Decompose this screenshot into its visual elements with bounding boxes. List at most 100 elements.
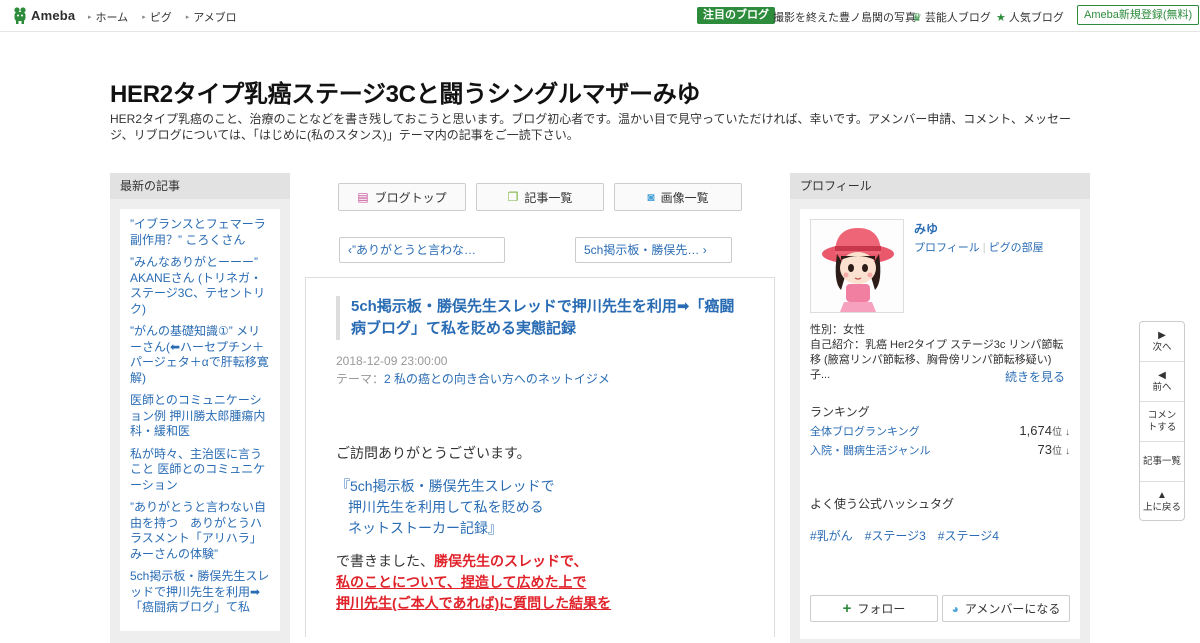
profile-link[interactable]: プロフィール [914, 242, 980, 254]
follow-button[interactable]: + フォロー [810, 595, 938, 622]
recent-article-link[interactable]: ”がんの基礎知識①” メリーさん(⬅ハーセプチン＋パージェタ＋αで肝転移寛解) [130, 324, 270, 386]
avatar[interactable] [810, 219, 904, 313]
document-icon: ▤ [357, 190, 369, 204]
arrow-down-icon: ↓ [1065, 427, 1070, 438]
nav-home[interactable]: ▸ ホーム [88, 9, 128, 25]
chevron-right-icon: › [699, 243, 707, 257]
amember-button[interactable]: ◕ アメンバーになる [942, 595, 1070, 622]
ranking-row: 入院・闘病生活ジャンル 73位 ↓ [810, 442, 1070, 458]
tab-images[interactable]: ◙ 画像一覧 [614, 183, 742, 211]
play-right-icon: ▶ [1158, 329, 1166, 341]
hashtag-list: #乳がん #ステージ3 #ステージ4 [810, 527, 1011, 544]
ranking-value-group: 1,674位 ↓ [1019, 423, 1070, 439]
profile-name[interactable]: みゆ [914, 220, 938, 237]
play-left-icon: ◀ [1158, 369, 1166, 381]
blog-tabs: ▤ ブログトップ ❐ 記事一覧 ◙ 画像一覧 [338, 183, 752, 211]
popular-blog-label: 人気ブログ [1008, 12, 1064, 24]
recent-article-link[interactable]: 私が時々、主治医に言うこと 医師とのコミュニケーション [130, 447, 270, 494]
entry-theme: テーマ：2 私の癌との向き合い方へのネットイジメ [336, 370, 610, 387]
camera-icon: ◙ [647, 190, 655, 204]
next-article-button[interactable]: 5ch掲示板・勝俣先… › [575, 237, 732, 263]
ameba-logo-text: Ameba [31, 7, 76, 23]
hashtag-link[interactable]: #乳がん [810, 527, 853, 544]
hashtag-heading: よく使う公式ハッシュタグ [810, 497, 955, 511]
ameba-logo[interactable]: Ameba [12, 6, 75, 24]
ranking-genre-link[interactable]: 入院・闘病生活ジャンル [810, 442, 930, 458]
ranking-heading: ランキング [810, 405, 870, 419]
profile-gender: 性別：女性 [810, 324, 865, 336]
entry-title[interactable]: 5ch掲示板・勝俣先生スレッドで押川先生を利用➡「癌闘病ブログ」て私を貶める実態… [336, 296, 746, 340]
profile-sidebar: プロフィール みゆ プロフィール | ピグの部屋 性別：女性 自己紹介：乳癌 H… [790, 173, 1090, 643]
nav-home-label: ホーム [95, 12, 129, 24]
entry-theme-label: テーマ： [336, 372, 385, 386]
float-next-button[interactable]: ▶ 次へ [1140, 322, 1184, 362]
nav-pigu-label: ピグ [149, 12, 172, 24]
float-articles-button[interactable]: 記事一覧 [1140, 442, 1184, 482]
signup-button[interactable]: Ameba新規登録(無料) [1077, 5, 1200, 25]
featured-blog-link[interactable]: 撮影を終えた豊ノ島関の写真 [773, 9, 916, 25]
recent-article-link[interactable]: ”イブランスとフェマーラ副作用？” ころくさん [130, 217, 270, 248]
global-nav: ▸ ホーム ▸ ピグ ▸ アメブロ [88, 9, 251, 25]
follow-label: フォロー [857, 602, 906, 616]
ranking-value-group: 73位 ↓ [1037, 442, 1070, 458]
tab-articles[interactable]: ❐ 記事一覧 [476, 183, 604, 211]
nav-ameblo[interactable]: ▸ アメブロ [186, 9, 237, 25]
tab-blog-top[interactable]: ▤ ブログトップ [338, 183, 466, 211]
recent-article-link[interactable]: 5ch掲示板・勝俣先生スレッドで押川先生を利用➡「癌闘病ブログ」て私 [130, 569, 270, 616]
plus-icon: + [842, 600, 852, 617]
amember-icon: ◕ [951, 601, 959, 616]
entry-text: で書きました、 [336, 553, 434, 569]
crown-icon: ♛ [912, 11, 922, 24]
read-more-link[interactable]: 続きを見る [1005, 368, 1065, 385]
recent-article-link[interactable]: ”みんなありがとーーー” AKANEさん (トリネガ・ステージ3C、テセントリク… [130, 255, 270, 317]
ranking-value: 73 [1037, 442, 1052, 457]
tab-images-label: 画像一覧 [660, 190, 709, 205]
float-comment-button[interactable]: コメントする [1140, 402, 1184, 442]
blog-title[interactable]: HER2タイプ乳癌ステージ3Cと闘うシングルマザーみゆ [110, 74, 700, 109]
arrow-down-icon: ↓ [1065, 446, 1070, 457]
recent-article-link[interactable]: 医師とのコミュニケーション例 押川勝太郎腫瘍内科・緩和医 [130, 393, 270, 440]
recent-articles-sidebar: 最新の記事 ”イブランスとフェマーラ副作用？” ころくさん ”みんなありがとーー… [110, 173, 290, 643]
tab-blog-top-label: ブログトップ [374, 190, 447, 205]
pigu-room-link[interactable]: ピグの部屋 [989, 242, 1044, 254]
entry-quote-line: ネットストーカー記録』 [348, 520, 502, 536]
ranking-unit: 位 [1051, 427, 1062, 438]
profile-links: プロフィール | ピグの部屋 [914, 239, 1044, 255]
celeb-blog-link[interactable]: ♛ 芸能人ブログ [912, 9, 991, 25]
triangle-up-icon: ▲ [1157, 490, 1167, 501]
popular-blog-link[interactable]: ★ 人気ブログ [996, 9, 1064, 25]
entry-quote-link[interactable]: 『5ch掲示板・勝俣先生スレッドで 押川先生を利用して私を貶める ネットストーカ… [336, 476, 756, 539]
prev-article-label: ”ありがとうと言わな… [352, 243, 476, 257]
recent-articles-list: ”イブランスとフェマーラ副作用？” ころくさん ”みんなありがとーーー” AKA… [120, 209, 280, 631]
chevron-right-icon: ▸ [142, 14, 146, 21]
global-header: Ameba ▸ ホーム ▸ ピグ ▸ アメブロ 注目のブログ 撮影を終えた豊ノ島関の写… [0, 0, 1200, 32]
ranking-overall-link[interactable]: 全体ブログランキング [810, 423, 920, 439]
entry-greeting: ご訪問ありがとうございます。 [336, 445, 531, 461]
hashtag-link[interactable]: #ステージ4 [938, 527, 999, 544]
nav-ameblo-label: アメブロ [193, 12, 237, 24]
chevron-right-icon: ▸ [185, 14, 190, 21]
profile-heading: プロフィール [790, 173, 1090, 199]
recent-article-link[interactable]: ”ありがとうと言わない自由を持つ ありがとうハラスメント「アリハラ」 みーさんの… [130, 500, 270, 562]
hashtag-link[interactable]: #ステージ3 [865, 527, 926, 544]
entry-quote-line: 押川先生を利用して私を貶める [348, 499, 544, 515]
float-comment-label: コメントする [1147, 409, 1177, 433]
profile-box: みゆ プロフィール | ピグの部屋 性別：女性 自己紹介：乳癌 Her2タイプ ステ… [800, 209, 1080, 639]
ameba-logo-icon [14, 7, 26, 24]
recent-articles-heading: 最新の記事 [110, 173, 290, 199]
float-top-label: 上に戻る [1142, 502, 1181, 513]
amember-label: アメンバーになる [964, 602, 1061, 616]
separator: | [982, 242, 986, 254]
featured-blog-badge: 注目のブログ [697, 7, 775, 24]
blog-description: HER2タイプ乳癌のこと、治療のことなどを書き残しておこうと思います。ブログ初心… [110, 112, 1072, 142]
entry-quote-line: 『5ch掲示板・勝俣先生スレッドで [336, 478, 555, 494]
prev-article-button[interactable]: ‹”ありがとうと言わな… [339, 237, 505, 263]
float-prev-button[interactable]: ◀ 前へ [1140, 362, 1184, 402]
next-article-label: 5ch掲示板・勝俣先… [584, 243, 700, 257]
entry-theme-link[interactable]: 2 私の癌との向き合い方へのネットイジメ [384, 372, 610, 386]
ranking-row: 全体ブログランキング 1,674位 ↓ [810, 423, 1070, 439]
float-top-button[interactable]: ▲ 上に戻る [1140, 482, 1184, 522]
nav-pigu[interactable]: ▸ ピグ [142, 9, 172, 25]
tab-articles-label: 記事一覧 [524, 190, 573, 205]
entry-highlight: 勝俣先生のスレッドで、 [434, 553, 588, 569]
